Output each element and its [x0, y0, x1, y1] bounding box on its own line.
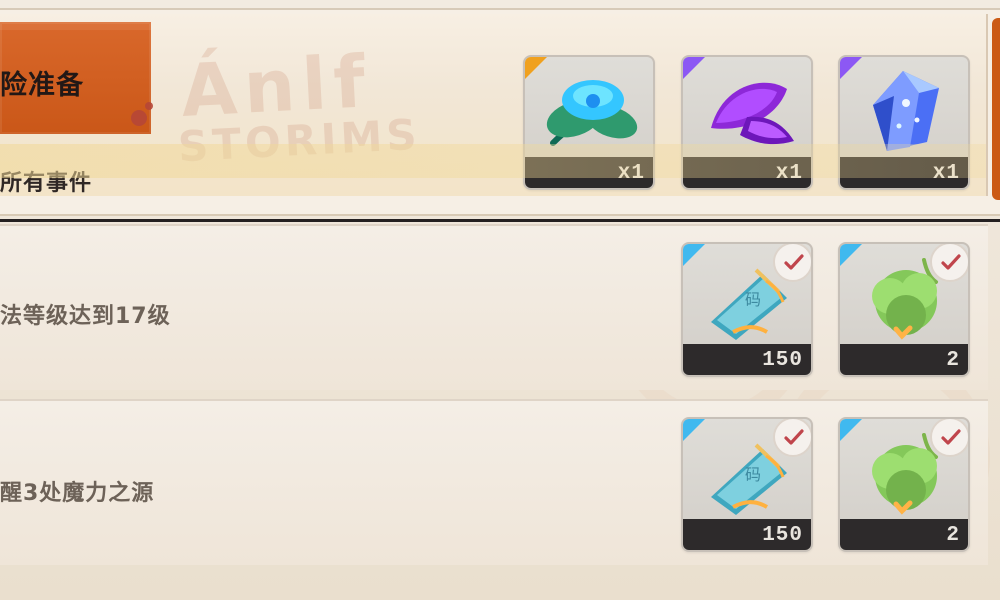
reward-count: 2 [946, 524, 960, 547]
leaf-icon [850, 252, 962, 344]
event-badge: 险准备 [0, 22, 151, 134]
game-event-panel: Ánlf STORIMS 险准备 所有事件 x1 x1 x1 法等级达到17级 … [0, 0, 1000, 600]
task-reward-leaf[interactable]: 2 [838, 242, 970, 377]
purple-petal-icon [693, 65, 805, 157]
reward-card-purple-petal[interactable]: x1 [681, 55, 813, 190]
svg-text:码: 码 [745, 465, 761, 484]
panel-divider [0, 219, 1000, 222]
reward-count: 150 [762, 524, 803, 547]
task-description: 法等级达到17级 [0, 304, 171, 329]
badge-title: 险准备 [0, 70, 84, 101]
task-description: 醒3处魔力之源 [0, 481, 155, 506]
reward-count: x1 [775, 162, 803, 185]
section-subtitle: 所有事件 [0, 171, 93, 196]
task-reward-leaf[interactable]: 2 [838, 417, 970, 552]
book-icon: 码 [693, 427, 805, 519]
event-summary-panel: Ánlf STORIMS 险准备 所有事件 x1 x1 x1 [0, 14, 988, 196]
watermark-subtitle: STORIMS [176, 109, 422, 172]
book-icon: 码 [693, 252, 805, 344]
reward-count: 150 [762, 349, 803, 372]
reward-count: x1 [617, 162, 645, 185]
blue-crystal-icon [850, 65, 962, 157]
flower-icon [535, 65, 647, 157]
svg-text:码: 码 [745, 290, 761, 309]
reward-count: 2 [946, 349, 960, 372]
reward-card-flower[interactable]: x1 [523, 55, 655, 190]
leaf-icon [850, 427, 962, 519]
watermark-title: Ánlf [178, 39, 375, 133]
reward-card-blue-crystal[interactable]: x1 [838, 55, 970, 190]
task-reward-book[interactable]: 码 150 [681, 417, 813, 552]
reward-count: x1 [932, 162, 960, 185]
side-tab[interactable] [992, 18, 1000, 200]
task-reward-book[interactable]: 码 150 [681, 242, 813, 377]
